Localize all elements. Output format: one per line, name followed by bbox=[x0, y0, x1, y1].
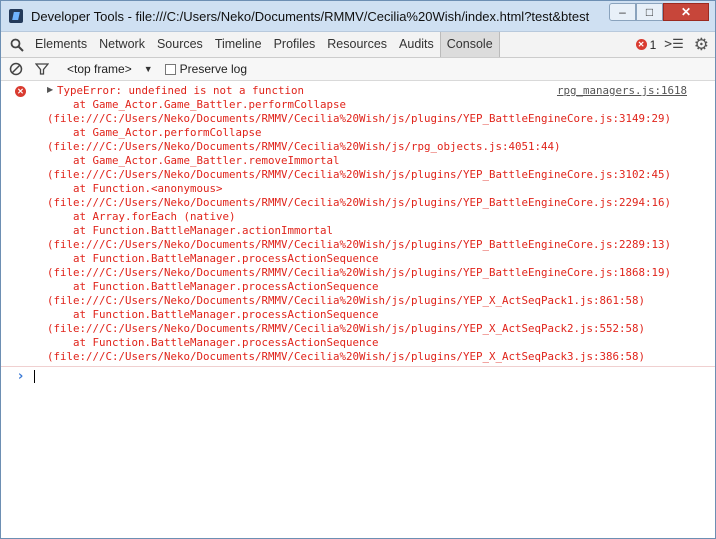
error-icon: ✕ bbox=[15, 86, 26, 97]
search-icon[interactable] bbox=[5, 38, 29, 52]
stack-frame-line: at Function.BattleManager.processActionS… bbox=[47, 336, 379, 349]
filter-icon[interactable] bbox=[34, 62, 50, 76]
stack-frame-line: at Function.BattleManager.actionImmortal bbox=[47, 224, 334, 237]
stack-frame-line: at Game_Actor.Game_Battler.performCollap… bbox=[47, 98, 347, 111]
tab-sources[interactable]: Sources bbox=[151, 32, 209, 57]
tab-network[interactable]: Network bbox=[93, 32, 151, 57]
expand-triangle-icon[interactable]: ▶ bbox=[47, 85, 53, 94]
maximize-button[interactable]: □ bbox=[636, 3, 663, 21]
tab-audits[interactable]: Audits bbox=[393, 32, 440, 57]
stack-frame-line: at Function.BattleManager.processActionS… bbox=[47, 252, 379, 265]
window-controls: – □ ✕ bbox=[609, 3, 709, 21]
preserve-log-checkbox[interactable] bbox=[164, 63, 176, 75]
minimize-button[interactable]: – bbox=[609, 3, 636, 21]
stack-frame-line: at Game_Actor.performCollapse bbox=[47, 126, 262, 139]
devtools-window: Developer Tools - file:///C:/Users/Neko/… bbox=[0, 0, 716, 539]
stack-frame-line: (file:///C:/Users/Neko/Documents/RMMV/Ce… bbox=[47, 168, 672, 181]
tab-resources[interactable]: Resources bbox=[321, 32, 393, 57]
stack-frame-line: (file:///C:/Users/Neko/Documents/RMMV/Ce… bbox=[47, 322, 646, 335]
stack-frame-line: (file:///C:/Users/Neko/Documents/RMMV/Ce… bbox=[47, 196, 672, 209]
close-button[interactable]: ✕ bbox=[663, 3, 709, 21]
frame-selector[interactable]: <top frame> ▼ bbox=[67, 62, 153, 76]
stack-frame-line: at Function.BattleManager.processActionS… bbox=[47, 308, 379, 321]
console-toolbar: <top frame> ▼ Preserve log bbox=[1, 58, 715, 81]
stack-frame-line: (file:///C:/Users/Neko/Documents/RMMV/Ce… bbox=[47, 294, 646, 307]
source-link[interactable]: rpg_managers.js:1618 bbox=[557, 84, 687, 98]
stack-frame-line: at Function.<anonymous> bbox=[47, 182, 223, 195]
error-count-badge[interactable]: ✕ 1 bbox=[635, 37, 657, 52]
tab-console[interactable]: Console bbox=[439, 32, 500, 57]
error-count: 1 bbox=[649, 37, 657, 52]
preserve-log-option[interactable]: Preserve log bbox=[164, 62, 248, 76]
stack-frame-line: at Game_Actor.Game_Battler.removeImmorta… bbox=[47, 154, 340, 167]
stack-frame-line: (file:///C:/Users/Neko/Documents/RMMV/Ce… bbox=[47, 266, 672, 279]
panel-tabs: Elements Network Sources Timeline Profiles Re… bbox=[29, 32, 500, 57]
console-prompt[interactable]: › bbox=[1, 367, 715, 385]
clear-console-icon[interactable] bbox=[9, 62, 23, 76]
stack-frame-line: (file:///C:/Users/Neko/Documents/RMMV/Ce… bbox=[47, 140, 561, 153]
error-icon: ✕ bbox=[635, 39, 647, 50]
title-bar[interactable]: Developer Tools - file:///C:/Users/Neko/… bbox=[1, 1, 715, 32]
window-title: Developer Tools - file:///C:/Users/Neko/… bbox=[31, 8, 590, 24]
console-error-message: ✕ ▶ rpg_managers.js:1618 TypeError: unde… bbox=[1, 81, 715, 367]
tab-profiles[interactable]: Profiles bbox=[268, 32, 322, 57]
devtools-app-icon bbox=[9, 9, 23, 23]
tabbar-right-tools: ✕ 1 >☰ ⚙ bbox=[635, 32, 709, 57]
tab-elements[interactable]: Elements bbox=[29, 32, 93, 57]
stack-frame-line: (file:///C:/Users/Neko/Documents/RMMV/Ce… bbox=[47, 238, 672, 251]
panel-tab-bar: Elements Network Sources Timeline Profiles Re… bbox=[1, 32, 715, 58]
stack-frame-line: at Function.BattleManager.processActionS… bbox=[47, 280, 379, 293]
stack-frame-line: (file:///C:/Users/Neko/Documents/RMMV/Ce… bbox=[47, 350, 646, 363]
chevron-down-icon: ▼ bbox=[143, 64, 153, 74]
stack-frame-line: (file:///C:/Users/Neko/Documents/RMMV/Ce… bbox=[47, 112, 672, 125]
tab-timeline[interactable]: Timeline bbox=[209, 32, 268, 57]
gear-icon[interactable]: ⚙ bbox=[694, 35, 709, 55]
stack-frame-line: at Array.forEach (native) bbox=[47, 210, 236, 223]
console-output[interactable]: ✕ ▶ rpg_managers.js:1618 TypeError: unde… bbox=[1, 81, 715, 538]
text-caret bbox=[34, 370, 35, 383]
stack-trace: TypeError: undefined is not a function a… bbox=[1, 84, 715, 364]
console-drawer-icon[interactable]: >☰ bbox=[664, 37, 683, 52]
preserve-log-label: Preserve log bbox=[179, 62, 248, 76]
prompt-chevron-icon: › bbox=[18, 369, 24, 384]
frame-selector-value: <top frame> bbox=[67, 62, 132, 76]
